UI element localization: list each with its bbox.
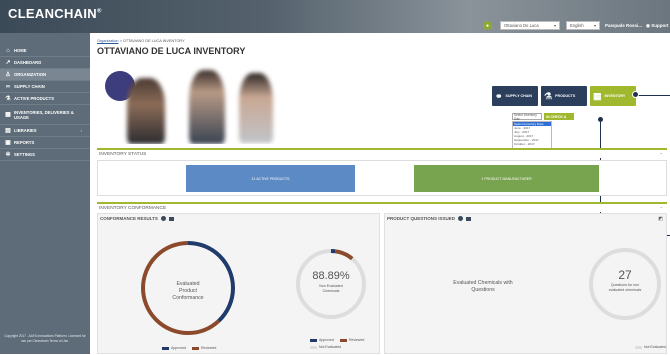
hero-photo-person [239, 73, 273, 143]
sidebar-item-organization[interactable]: ♙ ORGANIZATION [0, 69, 90, 81]
link-icon: ⚭ [495, 90, 503, 101]
conformance-results-panel: CONFORMANCE RESULTS Evaluated Product Co… [97, 213, 380, 354]
chemicals-percent: 88.89% [312, 270, 350, 282]
chevron-down-icon: ▾ [593, 23, 596, 28]
chevron-up-icon[interactable]: ⌃ [660, 152, 663, 157]
legend-item[interactable]: Approved [310, 338, 334, 342]
sidebar-item-supply-chain[interactable]: ∞ SUPPLY CHAIN [0, 81, 90, 93]
gear-icon: ✲ [5, 152, 11, 158]
legend-item[interactable]: Approved [162, 346, 186, 350]
in-check-button[interactable]: IN CHECK A [544, 113, 574, 120]
org-icon: ♙ [5, 72, 11, 78]
products-button[interactable]: ⚗ PRODUCTS [541, 86, 587, 106]
chevron-up-icon[interactable]: ⌃ [660, 206, 663, 211]
supplier-select[interactable]: Ottaviano De Luca ▾ [500, 21, 560, 30]
language-select[interactable]: English ▾ [566, 21, 600, 30]
legend-item[interactable]: Reviewed [339, 338, 364, 342]
chevron-left-icon: ‹ [80, 128, 82, 133]
flask-icon: ⚗ [544, 90, 553, 101]
supply-chain-button[interactable]: ⚭ SUPPLY CHAIN [492, 86, 538, 106]
product-questions-panel: PRODUCT QUESTIONS ISSUED ◩ Evaluated Che… [384, 213, 667, 354]
legend-item[interactable]: Not Evaluated [310, 345, 341, 349]
callout-line [637, 95, 670, 96]
conformance-center-label: Evaluated Product Conformance [172, 281, 204, 301]
questions-count-label: Questions for non evaluated chemicals [608, 283, 642, 292]
sidebar-item-libraries[interactable]: ▤ LIBRARIES ‹ [0, 125, 90, 137]
questions-center-label: Evaluated Chemicals with Questions [453, 280, 513, 293]
sidebar-item-inventories[interactable]: ▦ INVENTORIES, DELIVERIES & USAGE [0, 105, 90, 125]
legend-item[interactable]: Reviewed [191, 346, 216, 350]
page-title: OTTAVIANO DE LUCA INVENTORY [97, 46, 246, 56]
user-menu[interactable]: Pasquale Rossi... ◉ Support [605, 21, 668, 30]
table-icon: ▦ [593, 90, 602, 101]
legend-item[interactable]: Not Evaluated [635, 345, 666, 349]
questions-count: 27 [618, 268, 632, 282]
inventory-date-select[interactable]: Select Inventory Da▾ [512, 113, 542, 121]
questions-legend: Not Evaluated [635, 345, 666, 349]
top-bar: CLEANCHAIN® ● Ottaviano De Luca ▾ English… [0, 0, 670, 33]
sidebar: ‹ ⌂HOME ↗DASHBOARD ♙ORGANIZATION ∞SUPPLY… [0, 33, 90, 354]
callout-dot [632, 91, 639, 98]
sidebar-item-home[interactable]: ⌂ HOME [0, 45, 90, 57]
sidebar-item-reports[interactable]: ▣ REPORTS [0, 137, 90, 149]
hero-photo-person [127, 78, 165, 144]
notification-bell-icon[interactable]: ● [483, 21, 492, 30]
manufacturer-bar[interactable]: 1 PRODUCT MANUFACTURER [414, 165, 599, 192]
support-link[interactable]: ◉ Support [646, 23, 668, 29]
cleanchain-logo[interactable]: CLEANCHAIN® [8, 6, 102, 21]
conformance-legend: Approved Reviewed [162, 346, 216, 350]
inventory-status-panel: 21 ACTIVE PRODUCTS 1 PRODUCT MANUFACTURE… [97, 160, 667, 196]
report-icon: ▣ [5, 140, 11, 146]
inventory-status-header[interactable]: INVENTORY STATUS ⌃ [97, 148, 667, 158]
home-icon: ⌂ [6, 47, 10, 54]
breadcrumb-organization-link[interactable]: Organization [97, 39, 119, 43]
chemicals-legend: Approved Reviewed [310, 338, 364, 342]
chevron-down-icon: ▾ [553, 23, 556, 28]
inventory-conformance-header[interactable]: INVENTORY CONFORMANCE ⌃ [97, 202, 667, 212]
book-icon: ▤ [5, 128, 11, 134]
hero-photo-person [189, 70, 225, 144]
flask-icon: ⚗ [5, 96, 11, 102]
link-icon: ∞ [5, 83, 11, 90]
active-products-bar[interactable]: 21 ACTIVE PRODUCTS [186, 165, 355, 192]
inventory-button[interactable]: ▦ INVENTORY [590, 86, 636, 106]
sidebar-item-settings[interactable]: ✲ SETTINGS [0, 149, 90, 161]
chart-icon: ↗ [5, 60, 11, 66]
sidebar-item-active-products[interactable]: ⚗ ACTIVE PRODUCTS [0, 93, 90, 105]
copyright-text: Copyright 2017 - AAFA Innovations Platfo… [4, 334, 86, 343]
chemicals-legend-not-evaluated: Not Evaluated [310, 345, 341, 349]
table-icon: ▦ [5, 112, 11, 118]
hero-banner: ⚭ SUPPLY CHAIN ⚗ PRODUCTS ▦ INVENTORY [97, 64, 667, 144]
breadcrumb: Organization > OTTAVIANO DE LUCA INVENTO… [97, 39, 185, 43]
chemicals-label: Non Evaluated Chemicals [319, 284, 343, 293]
sidebar-item-dashboard[interactable]: ↗ DASHBOARD [0, 57, 90, 69]
